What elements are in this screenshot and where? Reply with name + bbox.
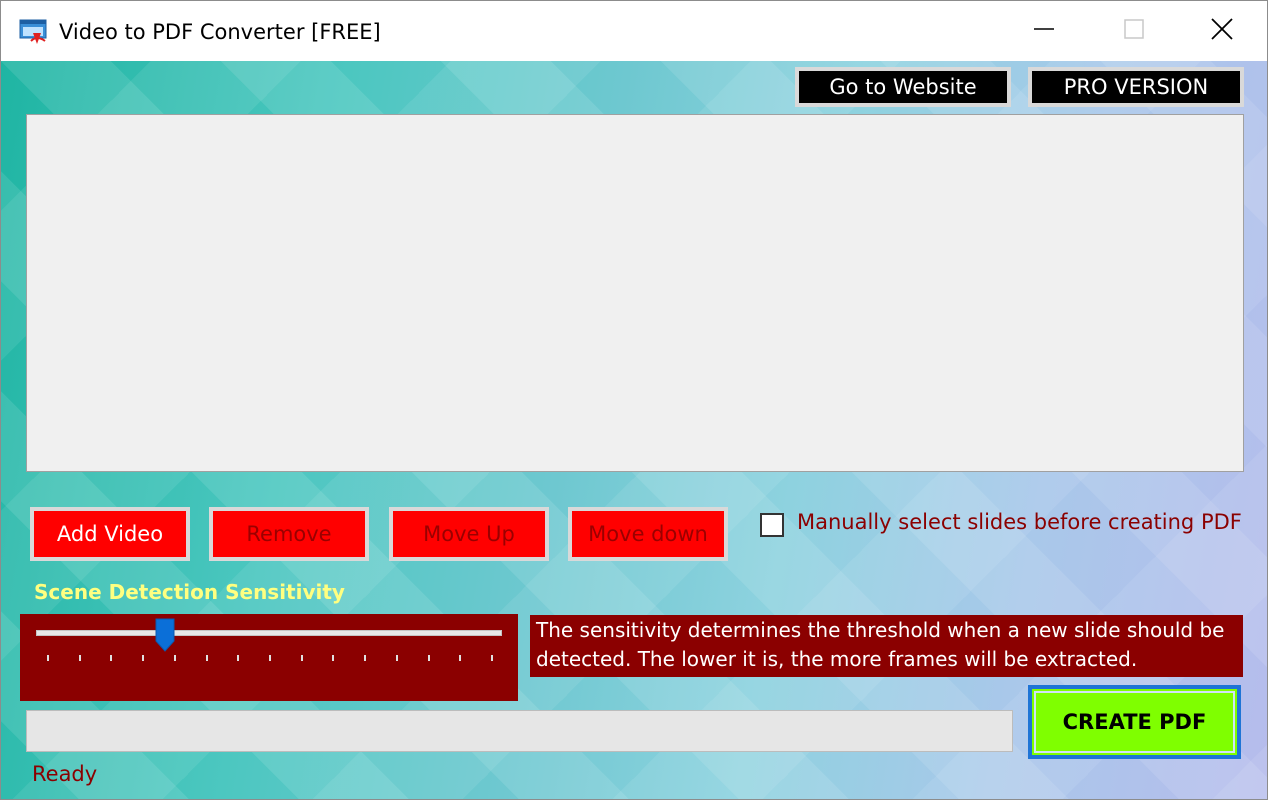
- slider-tick: [459, 655, 462, 661]
- slider-tick: [332, 655, 335, 661]
- move-up-button[interactable]: Move Up: [389, 507, 549, 561]
- slider-tick: [364, 655, 367, 661]
- sensitivity-title: Scene Detection Sensitivity: [34, 580, 345, 604]
- move-down-button[interactable]: Move down: [568, 507, 728, 561]
- manual-select-checkbox[interactable]: [760, 513, 784, 537]
- status-text: Ready: [32, 762, 98, 786]
- maximize-button[interactable]: [1089, 1, 1179, 61]
- slider-tick: [269, 655, 271, 661]
- slider-tick: [173, 655, 176, 661]
- minimize-button[interactable]: [999, 1, 1089, 61]
- video-list[interactable]: [26, 114, 1244, 472]
- slider-tick: [110, 655, 113, 661]
- slider-track[interactable]: [36, 630, 502, 636]
- video-pdf-app-icon: [19, 19, 49, 45]
- slider-tick: [78, 655, 81, 661]
- slider-tick: [47, 655, 49, 661]
- manual-select-label[interactable]: Manually select slides before creating P…: [797, 510, 1242, 534]
- close-button[interactable]: [1177, 1, 1267, 61]
- remove-button[interactable]: Remove: [209, 507, 369, 561]
- maximize-icon: [1124, 19, 1144, 43]
- window-title: Video to PDF Converter [FREE]: [59, 20, 381, 44]
- app-window: Video to PDF Converter [FREE] Go to Webs…: [0, 0, 1268, 800]
- slider-tick: [205, 655, 208, 661]
- slider-tick: [395, 655, 398, 661]
- slider-tick: [491, 655, 493, 661]
- main-panel: Go to Website PRO VERSION Add Video Remo…: [1, 61, 1267, 799]
- title-bar[interactable]: Video to PDF Converter [FREE]: [1, 1, 1267, 61]
- pro-version-button[interactable]: PRO VERSION: [1028, 67, 1244, 107]
- go-to-website-button[interactable]: Go to Website: [795, 67, 1011, 107]
- add-video-button[interactable]: Add Video: [30, 507, 190, 561]
- slider-tick: [237, 655, 240, 661]
- slider-tick: [142, 655, 145, 661]
- slider-tick: [300, 655, 303, 661]
- slider-thumb[interactable]: [154, 617, 176, 653]
- create-pdf-button[interactable]: CREATE PDF: [1028, 685, 1241, 759]
- sensitivity-description: The sensitivity determines the threshold…: [530, 615, 1243, 677]
- close-icon: [1211, 18, 1233, 44]
- progress-bar: [26, 710, 1013, 752]
- sensitivity-slider[interactable]: [20, 614, 518, 701]
- slider-tick: [427, 655, 430, 661]
- minimize-icon: [1034, 19, 1054, 43]
